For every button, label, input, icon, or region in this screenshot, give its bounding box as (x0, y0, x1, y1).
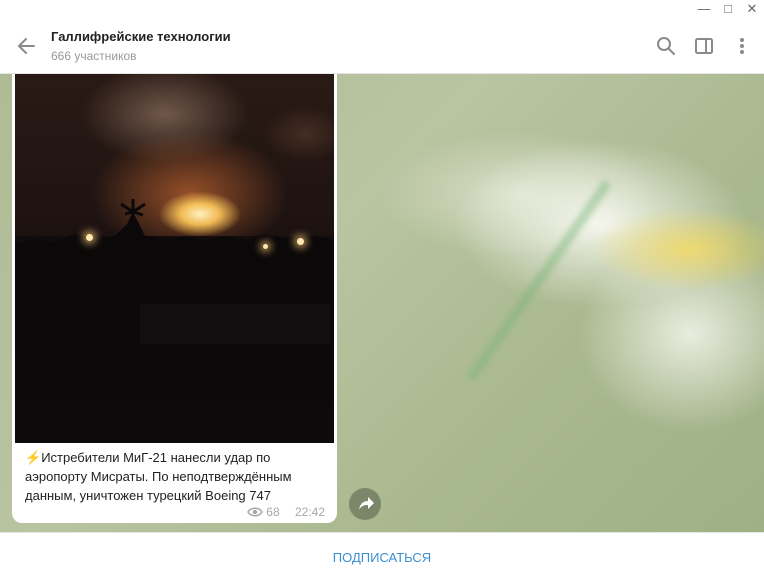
message-body: Истребители МиГ-21 нанесли удар по аэроп… (25, 450, 292, 503)
message-photo[interactable] (15, 74, 334, 443)
message-time: 22:42 (294, 505, 325, 519)
subscribe-button[interactable]: ПОДПИСАТЬСЯ (0, 550, 764, 565)
minimize-button[interactable]: — (692, 0, 716, 20)
forward-share-button[interactable] (349, 488, 381, 520)
photo-light (263, 244, 268, 249)
view-count: 68 (266, 505, 280, 519)
photo-light (86, 234, 93, 241)
maximize-button[interactable]: □ (716, 0, 740, 20)
chat-member-count: 666 участников (51, 49, 137, 63)
window-titlebar: — □ ✕ (0, 0, 764, 20)
photo-silhouettes (15, 199, 334, 384)
chat-background: ⚡Истребители МиГ-21 нанесли удар по аэро… (0, 74, 764, 532)
share-arrow-icon (359, 497, 374, 510)
views-eye-icon (247, 506, 264, 521)
message-text: ⚡Истребители МиГ-21 нанесли удар по аэро… (25, 448, 325, 505)
message-meta: 68 22:42 (247, 505, 325, 521)
chat-title[interactable]: Галлифрейские технологии (51, 29, 231, 44)
wallpaper-flower-stem (465, 179, 612, 382)
back-arrow-icon[interactable] (14, 33, 40, 59)
search-icon[interactable] (655, 35, 677, 57)
chat-header: Галлифрейские технологии 666 участников (0, 20, 764, 74)
channel-footer: ПОДПИСАТЬСЯ (0, 532, 764, 577)
lightning-emoji-icon: ⚡ (25, 450, 42, 465)
sidebar-toggle-icon[interactable] (693, 35, 715, 57)
more-vert-icon[interactable] (731, 35, 753, 57)
close-window-button[interactable]: ✕ (740, 0, 764, 20)
photo-light (297, 238, 304, 245)
message-bubble[interactable]: ⚡Истребители МиГ-21 нанесли удар по аэро… (12, 74, 337, 523)
